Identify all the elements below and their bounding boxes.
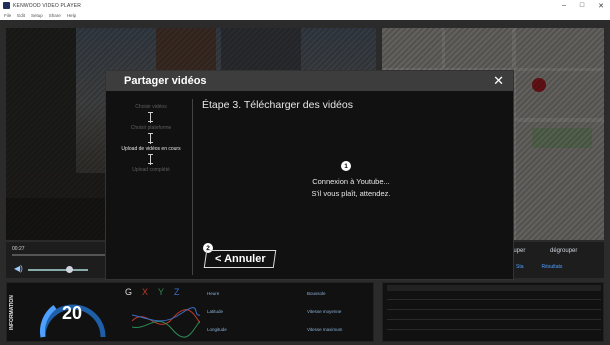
tab-sta[interactable]: Sta xyxy=(516,264,524,270)
file-list-panel xyxy=(382,282,604,342)
close-window-button[interactable]: ✕ xyxy=(598,2,604,10)
stat-vitesse-maximum: Vitesse maximum xyxy=(307,327,343,332)
step-arrow-icon xyxy=(118,132,184,145)
kenwood-video-player-window: KENWOOD VIDEO PLAYER – □ ✕ File Edit Set… xyxy=(0,0,610,345)
information-panel: INFORMATION 20 G X Y Z Heure Latitude Lo… xyxy=(6,282,374,342)
gsensor-x[interactable]: X xyxy=(142,287,148,297)
maximize-button[interactable]: □ xyxy=(580,2,584,9)
step-upload-complete: Upload complété xyxy=(132,167,170,173)
status-line-2: S'il vous plaît, attendez. xyxy=(311,189,391,198)
volume-slider[interactable] xyxy=(28,269,88,271)
step-heading: Étape 3. Télécharger des vidéos xyxy=(202,99,353,111)
list-tabs: Sta Résultats xyxy=(516,264,562,270)
menu-help[interactable]: Help xyxy=(67,13,76,18)
menu-share[interactable]: Share xyxy=(49,13,61,18)
list-item[interactable] xyxy=(387,299,601,300)
stat-boussole: Boussole xyxy=(307,291,326,296)
gsensor-g[interactable]: G xyxy=(125,287,132,297)
stat-heure: Heure xyxy=(207,291,220,296)
menu-edit[interactable]: Edit xyxy=(17,13,25,18)
window-title: KENWOOD VIDEO PLAYER xyxy=(13,2,82,9)
speed-value: 20 xyxy=(62,303,83,323)
close-icon[interactable]: ✕ xyxy=(493,73,504,89)
list-item[interactable] xyxy=(387,309,601,310)
step-choose-platform: Choisir plateforme xyxy=(130,125,172,131)
menu-setup[interactable]: Setup xyxy=(31,13,43,18)
dialog-title: Partager vidéos xyxy=(124,75,207,87)
title-bar: KENWOOD VIDEO PLAYER – □ ✕ xyxy=(0,0,610,11)
stats-right: Boussole Vitesse moyenne Vitesse maximum xyxy=(307,289,342,334)
cancel-button[interactable]: < Annuler xyxy=(203,250,277,268)
menu-bar: File Edit Setup Share Help xyxy=(0,11,610,20)
list-item[interactable] xyxy=(387,319,601,320)
tab-resultats[interactable]: Résultats xyxy=(542,264,563,270)
step-arrow-icon xyxy=(118,111,184,124)
step-arrow-icon xyxy=(118,153,184,166)
status-line-1: Connexion à Youtube... xyxy=(312,177,390,186)
step-choose-videos: Choisir vidéos xyxy=(135,104,167,110)
volume-icon[interactable]: ◀) xyxy=(14,264,23,273)
share-steps: Choisir vidéos Choisir plateforme Upload… xyxy=(118,104,184,173)
minimize-button[interactable]: – xyxy=(562,2,566,9)
gsensor-graph xyxy=(132,307,200,338)
app-logo-icon xyxy=(3,2,10,9)
playback-time: 00:27 xyxy=(12,246,25,252)
dialog-header: Partager vidéos ✕ xyxy=(106,71,513,91)
volume-slider-knob[interactable] xyxy=(66,266,73,273)
menu-file[interactable]: File xyxy=(4,13,11,18)
step-uploading: Upload de vidéos en cours xyxy=(121,146,181,152)
stat-vitesse-moyenne: Vitesse moyenne xyxy=(307,309,342,314)
stat-latitude: Latitude xyxy=(207,309,224,314)
stat-longitude: Longitude xyxy=(207,327,227,332)
window-controls: – □ ✕ xyxy=(562,0,604,11)
ungroup-button[interactable]: dégrouper xyxy=(550,248,577,254)
gsensor-axes: G X Y Z xyxy=(125,287,180,297)
gsensor-y[interactable]: Y xyxy=(158,287,164,297)
stats-left: Heure Latitude Longitude xyxy=(207,289,227,334)
gsensor-z[interactable]: Z xyxy=(174,287,180,297)
callout-badge-1: 1 xyxy=(341,161,351,171)
share-videos-dialog: Partager vidéos ✕ Choisir vidéos Choisir… xyxy=(105,70,514,280)
steps-divider xyxy=(192,99,193,275)
information-label: INFORMATION xyxy=(9,295,15,331)
list-item[interactable] xyxy=(387,329,601,330)
upload-status-message: Connexion à Youtube... S'il vous plaît, … xyxy=(266,176,436,200)
file-list-header xyxy=(387,285,601,291)
cancel-button-label: < Annuler xyxy=(214,253,266,265)
